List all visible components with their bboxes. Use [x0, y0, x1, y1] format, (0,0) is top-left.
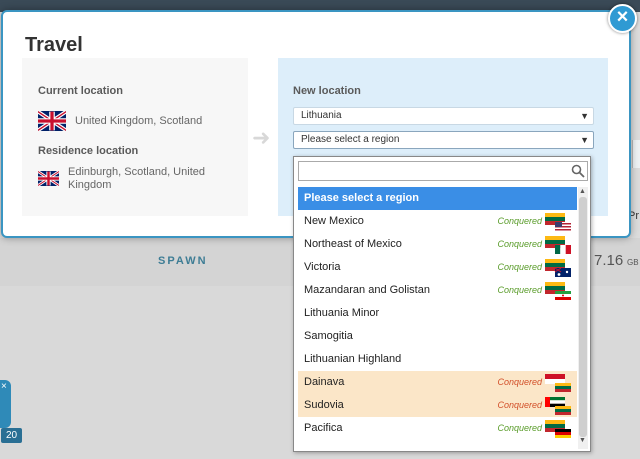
option-label: Pacifica [304, 422, 343, 434]
caret-down-icon: ▼ [580, 135, 589, 145]
region-dropdown: Please select a region New Mexico Conque… [293, 156, 591, 452]
option-label: Please select a region [304, 192, 419, 204]
search-icon [571, 164, 585, 178]
list-item[interactable]: Lithuania Minor [298, 302, 577, 325]
country-select-value: Lithuania [301, 110, 342, 121]
scroll-up-icon[interactable]: ▲ [579, 188, 586, 195]
gb-unit: GB [627, 258, 639, 267]
flag-lithuania-australia-icon [545, 259, 571, 277]
background-panel-edge [632, 140, 640, 168]
side-close-icon[interactable]: × [1, 381, 7, 392]
conquered-label: Conquered [497, 262, 542, 272]
flag-lithuania-iran-icon [545, 282, 571, 300]
residence-location-value: Edinburgh, Scotland, United Kingdom [68, 166, 205, 191]
list-item[interactable]: Sudovia Conquered [298, 394, 577, 417]
option-label: Dainava [304, 376, 345, 388]
conquered-label: Conquered [497, 423, 542, 433]
current-location-heading: Current location [38, 85, 123, 97]
conquered-label: Conquered [497, 239, 542, 249]
list-item[interactable]: Please select a region [298, 187, 577, 210]
residence-location-heading: Residence location [38, 145, 139, 157]
gb-value: 7.16 [594, 252, 624, 269]
region-search-input[interactable] [298, 161, 588, 181]
list-item[interactable]: Pacifica Conquered [298, 417, 577, 440]
conquered-label: Conquered [497, 285, 542, 295]
flag-lithuania-germany-icon [545, 420, 571, 438]
option-label: Victoria [304, 261, 341, 273]
region-select[interactable]: Please select a region ▼ [293, 131, 594, 149]
option-label: Samogitia [304, 330, 353, 342]
country-select[interactable]: Lithuania ▼ [293, 107, 594, 125]
option-label: Lithuania Minor [304, 307, 380, 319]
caret-down-icon: ▼ [580, 111, 589, 121]
region-select-value: Please select a region [301, 134, 400, 145]
flag-lithuania-mexico-icon [545, 236, 571, 254]
option-label: Mazandaran and Golistan [304, 284, 430, 296]
side-badge[interactable]: 20 [1, 428, 22, 443]
list-item[interactable]: Lithuanian Highland [298, 348, 577, 371]
list-item[interactable]: Dainava Conquered [298, 371, 577, 394]
arrow-right-icon: ➜ [252, 125, 271, 150]
list-item[interactable]: Mazandaran and Golistan Conquered [298, 279, 577, 302]
list-item[interactable]: Victoria Conquered [298, 256, 577, 279]
option-label: Lithuanian Highland [304, 353, 402, 365]
new-location-heading: New location [293, 85, 361, 97]
current-location-panel [22, 58, 248, 216]
list-item[interactable]: New Mexico Conquered [298, 210, 577, 233]
scroll-thumb[interactable] [579, 197, 587, 437]
option-label: Sudovia [304, 399, 344, 411]
list-item[interactable]: Northeast of Mexico Conquered [298, 233, 577, 256]
option-label: Northeast of Mexico [304, 238, 402, 250]
close-icon[interactable]: × [608, 4, 637, 33]
conquered-label: Conquered [497, 400, 542, 410]
flag-uae-lithuania-icon [545, 397, 571, 415]
scroll-down-icon[interactable]: ▼ [579, 437, 586, 444]
option-label: New Mexico [304, 215, 364, 227]
uk-flag-icon [38, 171, 59, 186]
modal-title: Travel [25, 34, 83, 56]
flag-lithuania-usa-icon [545, 213, 571, 231]
conquered-label: Conquered [497, 377, 542, 387]
conquered-label: Conquered [497, 216, 542, 226]
current-location-value: United Kingdom, Scotland [75, 115, 203, 127]
uk-flag-icon [38, 111, 66, 131]
spawn-link[interactable]: SPAWN [158, 255, 208, 267]
flag-indonesia-lithuania-icon [545, 374, 571, 392]
list-item[interactable]: Samogitia [298, 325, 577, 348]
